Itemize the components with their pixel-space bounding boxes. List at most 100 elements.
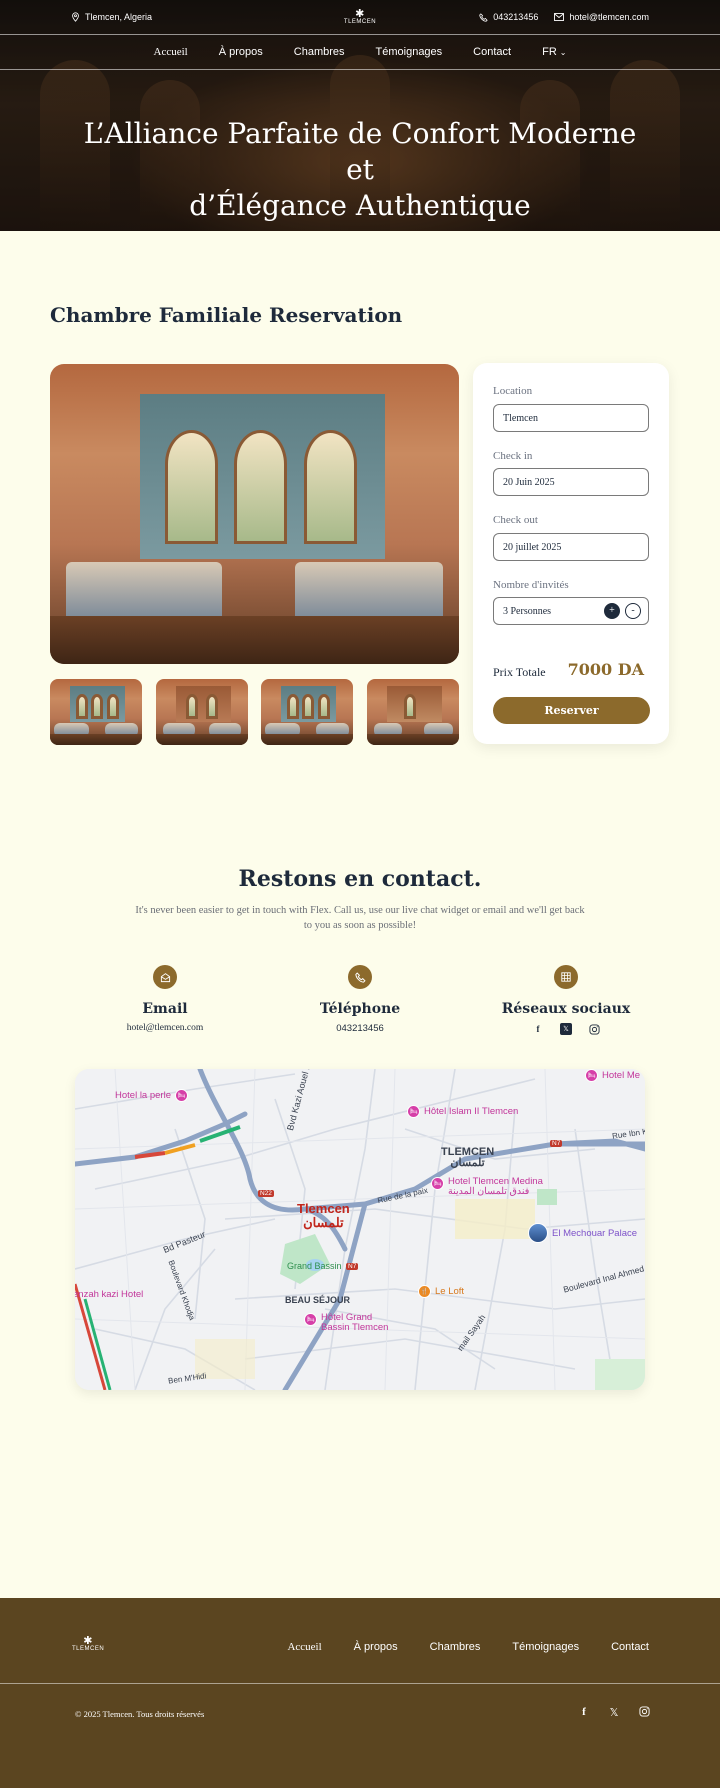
hotel-pin-label-group: Hôtel Grand Bassin Tlemcen (321, 1313, 388, 1333)
palm-logo-icon: ✱ (355, 8, 365, 20)
map-pin-hotel[interactable]: 🛏 Hotel la perle (115, 1089, 188, 1102)
main-room-photo[interactable] (50, 364, 459, 664)
instagram-icon[interactable] (638, 1706, 650, 1720)
footer-divider (0, 1683, 720, 1684)
location-field[interactable]: Tlemcen (493, 404, 649, 432)
checkin-value: 20 Juin 2025 (503, 476, 555, 488)
map-city-label: Tlemcen تلمسان (297, 1202, 350, 1230)
location-map[interactable]: Tlemcen تلمسان TLEMCEN تلمسان BEAU SÉJOU… (75, 1069, 645, 1390)
map-pin-hotel[interactable]: 🛏 Hôtel Grand Bassin Tlemcen (304, 1313, 388, 1333)
room-thumbnail[interactable] (367, 679, 459, 745)
nav-item-accueil[interactable]: Accueil (154, 46, 188, 58)
grid-icon (554, 965, 578, 989)
hotel-pin-icon: 🛏 (431, 1177, 444, 1190)
checkin-field[interactable]: 20 Juin 2025 (493, 468, 649, 496)
palm-logo-icon: ✱ (83, 1635, 93, 1647)
reservation-card: Location Tlemcen Check in 20 Juin 2025 C… (473, 363, 669, 744)
phone-icon (479, 12, 488, 22)
map-pin-restaurant[interactable]: 🍴 Le Loft (418, 1285, 464, 1298)
map-pin-hotel[interactable]: 🛏 Hotel Tlemcen Medina فندق تلمسان المدي… (431, 1177, 543, 1197)
hero-title: L’Alliance Parfaite de Confort Moderne e… (0, 116, 720, 224)
footer-nav-a-propos[interactable]: À propos (354, 1641, 398, 1653)
checkout-field[interactable]: 20 juillet 2025 (493, 533, 649, 561)
room-thumbnail[interactable] (50, 679, 142, 745)
road-shield: N7 (346, 1263, 359, 1270)
hotel-pin-icon: 🛏 (174, 1089, 188, 1102)
fork-knife-icon: 🍴 (418, 1285, 431, 1298)
chevron-down-icon: ⌄ (559, 47, 567, 57)
hotel-pin-label: enzah kazi Hotel (75, 1289, 144, 1300)
phone-value[interactable]: 043213456 (280, 1023, 440, 1034)
x-twitter-icon[interactable]: 𝕏 (608, 1706, 620, 1720)
footer: ✱ TLEMCEN Accueil À propos Chambres Témo… (0, 1598, 720, 1788)
hero-section: Tlemcen, Algeria ✱ TLEMCEN 043213456 hot… (0, 0, 720, 231)
room-thumbnail-image (50, 679, 142, 745)
hotel-pin-label: Hotel la perle (115, 1090, 171, 1101)
map-city-name: Tlemcen (297, 1201, 350, 1216)
map-pin-hotel[interactable]: enzah kazi Hotel (75, 1289, 143, 1300)
checkin-label: Check in (493, 450, 533, 462)
reservation-title: Chambre Familiale Reservation (50, 303, 403, 327)
logo[interactable]: ✱ TLEMCEN (343, 8, 377, 26)
footer-nav-chambres[interactable]: Chambres (430, 1641, 481, 1653)
hero-title-line2: d’Élégance Authentique (189, 189, 531, 222)
instagram-icon[interactable] (588, 1023, 600, 1035)
decrement-guests-button[interactable]: - (625, 603, 641, 619)
phone-info[interactable]: 043213456 (479, 12, 538, 22)
x-twitter-icon[interactable]: 𝕏 (560, 1023, 572, 1035)
contact-phone-block: Téléphone 043213456 (280, 965, 440, 1034)
total-price-label: Prix Totale (493, 665, 546, 679)
top-bar: Tlemcen, Algeria ✱ TLEMCEN 043213456 hot… (0, 0, 720, 35)
footer-nav-accueil[interactable]: Accueil (287, 1641, 321, 1653)
guests-label: Nombre d'invités (493, 579, 569, 591)
hotel-pin-label: Hôtel Islam II Tlemcen (424, 1106, 519, 1117)
email-title: Email (142, 1001, 188, 1017)
copyright-text: © 2025 Tlemcen. Tous droits réservés (75, 1709, 205, 1719)
total-price-value: 7000 DA (567, 660, 644, 679)
social-links: f 𝕏 (486, 1023, 646, 1035)
hotel-pin-icon: 🛏 (304, 1313, 317, 1326)
nav-item-contact[interactable]: Contact (473, 46, 511, 58)
checkout-value: 20 juillet 2025 (503, 541, 562, 553)
facebook-icon[interactable]: f (532, 1023, 544, 1035)
main-nav: Accueil À propos Chambres Témoignages Co… (0, 35, 720, 70)
map-pin-hotel[interactable]: 🛏 Hotel Me (585, 1069, 640, 1082)
language-selector[interactable]: FR ⌄ (542, 46, 566, 58)
room-thumbnail[interactable] (156, 679, 248, 745)
nav-item-temoignages[interactable]: Témoignages (376, 46, 443, 58)
map-district-label: TLEMCEN تلمسان (441, 1147, 494, 1169)
email-info[interactable]: hotel@tlemcen.com (554, 12, 649, 22)
nav-item-a-propos[interactable]: À propos (219, 46, 263, 58)
logo-text: TLEMCEN (343, 19, 377, 25)
guests-stepper-controls: + - (604, 603, 641, 619)
reserve-button[interactable]: Reserver (493, 697, 650, 724)
map-pin-palace[interactable]: El Mechouar Palace (528, 1223, 637, 1243)
hotel-pin-icon: 🛏 (407, 1105, 420, 1118)
checkout-label: Check out (493, 514, 538, 526)
grand-bassin-label: Grand Bassin (287, 1261, 342, 1271)
room-thumbnail-image (367, 679, 459, 745)
email-value[interactable]: hotel@tlemcen.com (85, 1023, 245, 1033)
road-shield: N22 (258, 1190, 274, 1197)
language-label: FR (542, 46, 557, 58)
hotel-pin-label-group: Hotel Tlemcen Medina فندق تلمسان المدينة (448, 1177, 543, 1197)
footer-logo-text: TLEMCEN (72, 1646, 105, 1652)
map-pin-hotel[interactable]: 🛏 Hôtel Islam II Tlemcen (407, 1105, 518, 1118)
increment-guests-button[interactable]: + (604, 603, 620, 619)
guests-stepper: 3 Personnes + - (493, 597, 649, 625)
room-thumbnail-image (156, 679, 248, 745)
footer-nav-temoignages[interactable]: Témoignages (512, 1641, 579, 1653)
phone-text: 043213456 (493, 12, 539, 22)
facebook-icon[interactable]: f (578, 1706, 590, 1720)
map-city-name-ar: تلمسان (303, 1215, 344, 1230)
restaurant-pin-label: Le Loft (435, 1286, 465, 1297)
footer-logo[interactable]: ✱ TLEMCEN (72, 1635, 105, 1653)
guests-value: 3 Personnes (503, 605, 552, 617)
contact-subtitle: It's never been easier to get in touch w… (135, 905, 585, 931)
palace-pin-label: El Mechouar Palace (552, 1227, 638, 1239)
mail-icon (554, 13, 565, 21)
nav-item-chambres[interactable]: Chambres (294, 46, 345, 58)
room-thumbnail[interactable] (261, 679, 353, 745)
phone-icon (348, 965, 372, 989)
footer-nav-contact[interactable]: Contact (611, 1641, 649, 1653)
